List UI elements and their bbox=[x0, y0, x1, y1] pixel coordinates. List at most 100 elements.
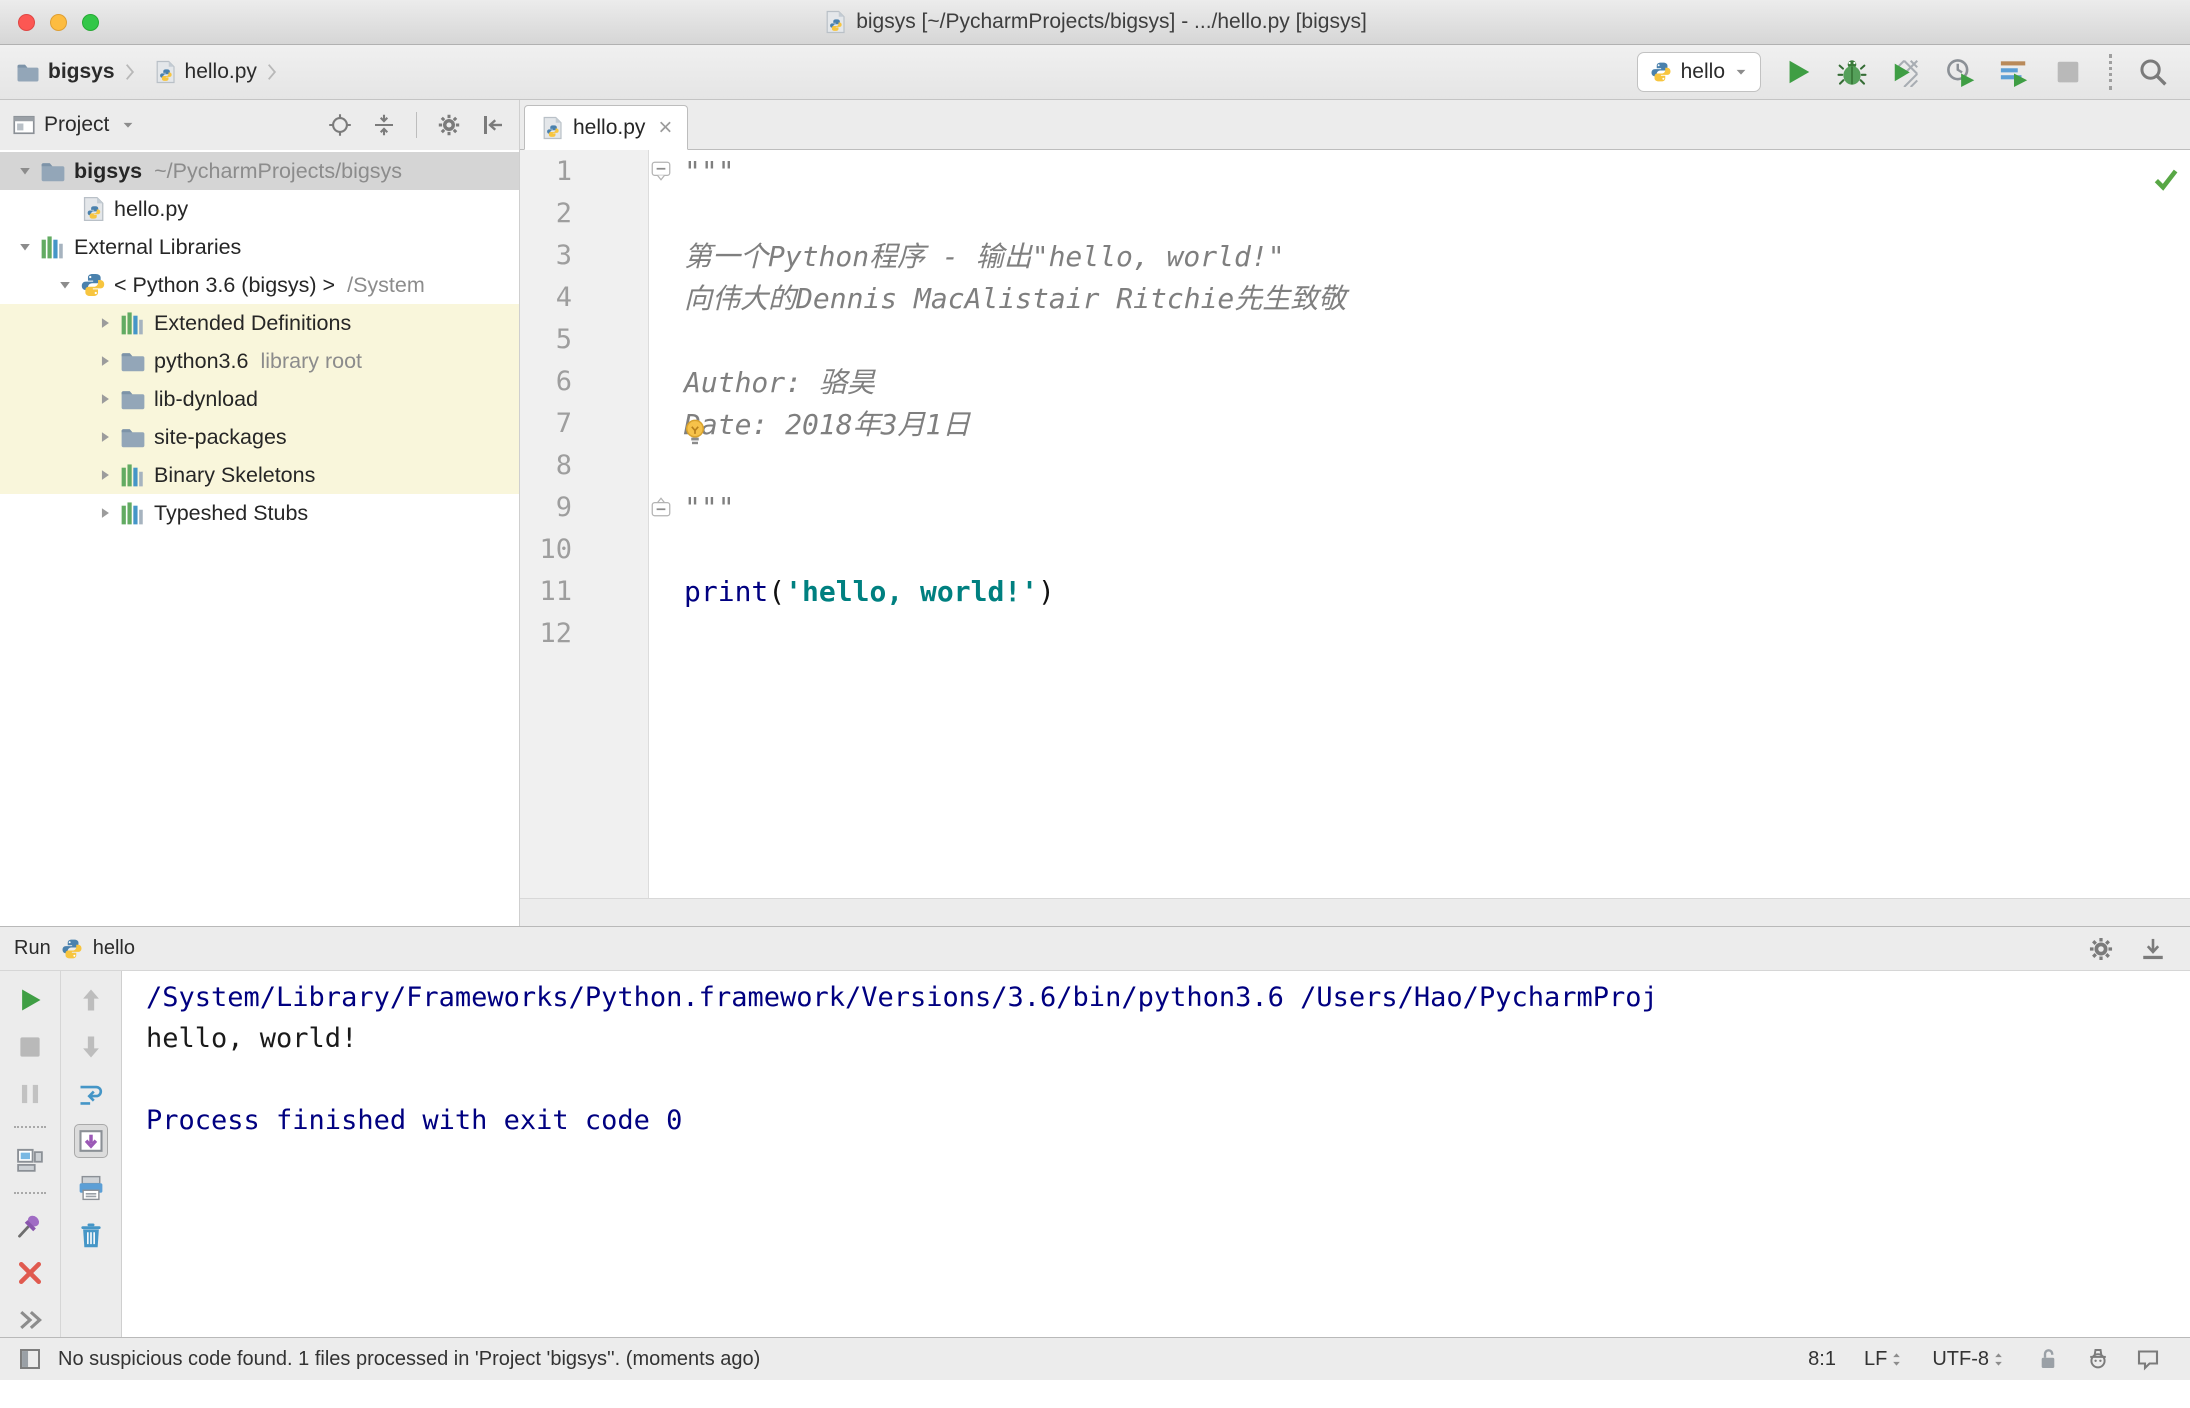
stop-button[interactable] bbox=[13, 1030, 47, 1064]
editor-horizontal-scrollbar[interactable] bbox=[520, 898, 2190, 926]
search-everywhere-button[interactable] bbox=[2136, 55, 2170, 89]
down-button[interactable] bbox=[74, 1030, 108, 1064]
editor-line-6[interactable]: 6 Author: 骆昊 bbox=[520, 360, 2190, 402]
minimize-window-button[interactable] bbox=[50, 13, 67, 31]
settings-button[interactable] bbox=[435, 111, 463, 139]
breadcrumb-label: bigsys bbox=[48, 60, 115, 83]
tree-arrow-closed-icon[interactable] bbox=[90, 506, 120, 520]
console-output[interactable]: /System/Library/Frameworks/Python.framew… bbox=[122, 971, 2190, 1337]
tree-item-binary-skeletons[interactable]: Binary Skeletons bbox=[0, 456, 519, 494]
editor-line-1[interactable]: 1 """ bbox=[520, 150, 2190, 192]
tree-item-lib-dynload[interactable]: lib-dynload bbox=[0, 380, 519, 418]
caret-position[interactable]: 8:1 bbox=[1808, 1348, 1836, 1371]
clear-button[interactable] bbox=[74, 1218, 108, 1252]
console-toolbar-primary bbox=[0, 971, 61, 1337]
tree-item-external-libraries[interactable]: External Libraries bbox=[0, 228, 519, 266]
code-line[interactable]: """ bbox=[674, 491, 2190, 524]
close-window-button[interactable] bbox=[18, 13, 35, 31]
close-button[interactable] bbox=[13, 1256, 47, 1290]
run-button[interactable] bbox=[1781, 55, 1815, 89]
editor-line-7[interactable]: 7 Date: 2018年3月1日 bbox=[520, 402, 2190, 445]
tree-item-typeshed-stubs[interactable]: Typeshed Stubs bbox=[0, 494, 519, 532]
run-with-coverage-button[interactable] bbox=[1889, 55, 1923, 89]
code-line[interactable]: 向伟大的Dennis MacAlistair Ritchie先生致敬 bbox=[674, 277, 2190, 317]
tree-arrow-open-icon[interactable] bbox=[50, 278, 80, 292]
tab-close-icon[interactable]: × bbox=[658, 115, 672, 140]
python-icon bbox=[1650, 61, 1672, 83]
project-view-icon bbox=[12, 113, 36, 137]
status-message: No suspicious code found. 1 files proces… bbox=[58, 1347, 761, 1370]
tree-item-extended-definitions[interactable]: Extended Definitions bbox=[0, 304, 519, 342]
tree-arrow-open-icon[interactable] bbox=[10, 164, 40, 178]
pin-button[interactable] bbox=[13, 1209, 47, 1243]
restore-layout-button[interactable] bbox=[13, 1143, 47, 1177]
concurrency-diagram-button[interactable] bbox=[1997, 55, 2031, 89]
run-configuration-select[interactable]: hello bbox=[1636, 52, 1761, 92]
stop-button[interactable] bbox=[2051, 55, 2085, 89]
tree-item-python3-6[interactable]: python3.6 library root bbox=[0, 342, 519, 380]
up-button[interactable] bbox=[74, 983, 108, 1017]
editor-line-2[interactable]: 2 bbox=[520, 192, 2190, 234]
collapse-all-button[interactable] bbox=[370, 111, 398, 139]
code-line[interactable]: 第一个Python程序 - 输出"hello, world!" bbox=[674, 235, 2190, 275]
locate-button[interactable] bbox=[326, 111, 354, 139]
print-button[interactable] bbox=[74, 1171, 108, 1205]
tree-item-hello-py[interactable]: hello.py bbox=[0, 190, 519, 228]
check-icon bbox=[2152, 164, 2180, 192]
inspections-ok-icon[interactable] bbox=[2152, 160, 2180, 193]
editor-line-12[interactable]: 12 bbox=[520, 612, 2190, 654]
project-panel-title[interactable]: Project bbox=[44, 113, 109, 137]
code-editor[interactable]: 1 """ 2 3 第一个Python程序 - 输出"hello, world!" 4 向伟… bbox=[520, 150, 2190, 898]
scroll-to-end-button[interactable] bbox=[73, 1124, 108, 1158]
tree-arrow-closed-icon[interactable] bbox=[90, 316, 120, 330]
unlock-button[interactable] bbox=[2034, 1345, 2062, 1373]
tree-arrow-open-icon[interactable] bbox=[10, 240, 40, 254]
profiler-button[interactable] bbox=[1943, 55, 1977, 89]
tab-hello-py[interactable]: hello.py × bbox=[524, 105, 689, 150]
editor-line-9[interactable]: 9 """ bbox=[520, 486, 2190, 528]
intention-bulb-icon[interactable] bbox=[680, 417, 710, 447]
tree-item-bigsys[interactable]: bigsys ~/PycharmProjects/bigsys bbox=[0, 152, 519, 190]
breadcrumb-item-hello-py[interactable]: hello.py bbox=[153, 60, 257, 84]
zoom-window-button[interactable] bbox=[82, 13, 99, 31]
code-line[interactable]: Date: 2018年3月1日 bbox=[674, 403, 2190, 445]
hide-down-button[interactable] bbox=[2138, 934, 2168, 964]
code-segment-doc: Date: 2018年3月1日 bbox=[684, 408, 971, 441]
updown-icon bbox=[1889, 1352, 1904, 1367]
breadcrumb-item-bigsys[interactable]: bigsys bbox=[16, 60, 115, 84]
line-separator-widget[interactable]: LF bbox=[1864, 1348, 1904, 1371]
tool-window-toggle-icon[interactable] bbox=[16, 1345, 44, 1373]
tree-arrow-closed-icon[interactable] bbox=[90, 430, 120, 444]
tree-arrow-closed-icon[interactable] bbox=[90, 354, 120, 368]
tree-item-python-3-6-bigsys[interactable]: < Python 3.6 (bigsys) > /System bbox=[0, 266, 519, 304]
debug-button[interactable] bbox=[1835, 55, 1869, 89]
tree-arrow-closed-icon[interactable] bbox=[90, 468, 120, 482]
rerun-button[interactable] bbox=[13, 983, 47, 1017]
editor-line-11[interactable]: 11 print('hello, world!') bbox=[520, 570, 2190, 612]
editor-line-3[interactable]: 3 第一个Python程序 - 输出"hello, world!" bbox=[520, 234, 2190, 276]
editor-line-8[interactable]: 8 bbox=[520, 444, 2190, 486]
editor-line-4[interactable]: 4 向伟大的Dennis MacAlistair Ritchie先生致敬 bbox=[520, 276, 2190, 318]
soft-wrap-button[interactable] bbox=[74, 1077, 108, 1111]
hide-button[interactable] bbox=[479, 111, 507, 139]
more-button[interactable] bbox=[13, 1303, 47, 1337]
pause-button[interactable] bbox=[13, 1077, 47, 1111]
editor-line-10[interactable]: 10 bbox=[520, 528, 2190, 570]
code-line[interactable]: Author: 骆昊 bbox=[674, 361, 2190, 401]
navigation-bar: bigsys hello.py hello bbox=[0, 45, 2190, 100]
tree-item-site-packages[interactable]: site-packages bbox=[0, 418, 519, 456]
code-line[interactable]: """ bbox=[674, 155, 2190, 188]
feedback-bubble-button[interactable] bbox=[2134, 1345, 2162, 1373]
fold-marker-end-icon[interactable] bbox=[648, 497, 674, 517]
editor-line-5[interactable]: 5 bbox=[520, 318, 2190, 360]
tree-arrow-closed-icon[interactable] bbox=[90, 392, 120, 406]
settings-button[interactable] bbox=[2086, 934, 2116, 964]
hide-icon bbox=[481, 113, 505, 137]
hector-button[interactable] bbox=[2084, 1345, 2112, 1373]
stop-icon bbox=[16, 1033, 44, 1061]
fold-marker-start-icon[interactable] bbox=[648, 161, 674, 181]
tree-item-label: Extended Definitions bbox=[154, 310, 352, 335]
encoding-widget[interactable]: UTF-8 bbox=[1932, 1348, 2006, 1371]
chevron-down-icon[interactable] bbox=[121, 116, 135, 134]
code-line[interactable]: print('hello, world!') bbox=[674, 575, 2190, 608]
